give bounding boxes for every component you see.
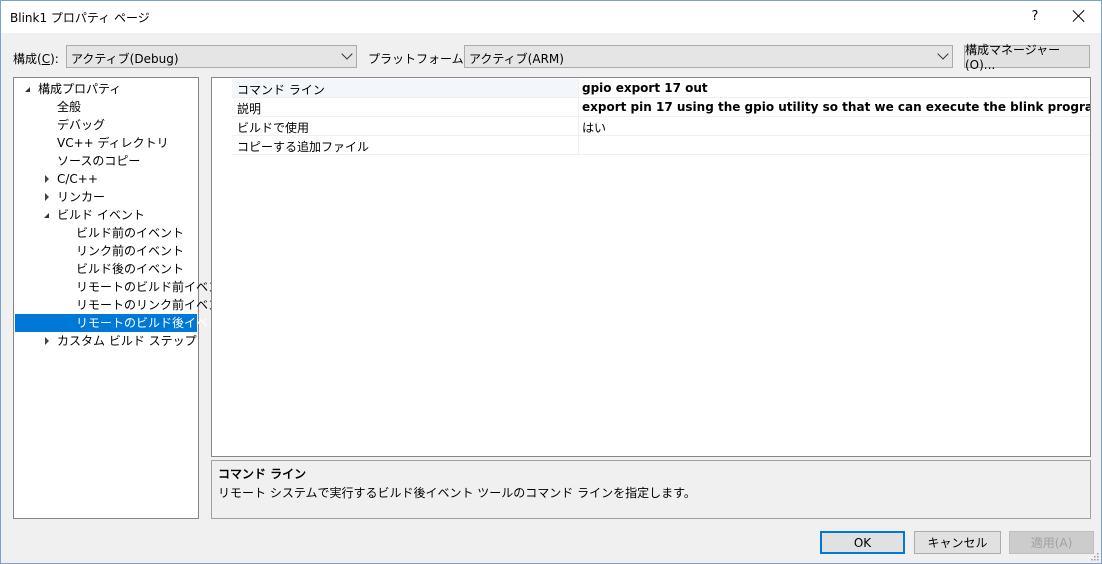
tree-item-label: ソースのコピー	[57, 154, 141, 168]
tree-item[interactable]: ビルド前のイベント	[15, 224, 197, 242]
description-text: リモート システムで実行するビルド後イベント ツールのコマンド ラインを指定しま…	[218, 486, 696, 500]
tree-item-label: リモートのビルド後イベント	[76, 316, 233, 330]
config-select-value: アクティブ(Debug)	[71, 52, 179, 66]
property-row[interactable]: コマンド ライン gpio export 17 out	[212, 79, 1090, 98]
apply-button[interactable]: 適用(A)	[1009, 531, 1094, 554]
property-name: 説明	[232, 98, 579, 117]
tree-item[interactable]: カスタム ビルド ステップ	[15, 332, 197, 350]
close-button[interactable]	[1057, 1, 1101, 31]
platform-select-value: アクティブ(ARM)	[469, 52, 564, 66]
property-row[interactable]: コピーする追加ファイル	[212, 136, 1090, 155]
tree-item-label: デバッグ	[57, 118, 106, 132]
chevron-down-icon	[341, 48, 353, 60]
property-row[interactable]: 説明 export pin 17 using the gpio utility s…	[212, 98, 1090, 117]
tree-item[interactable]: ビルド イベント	[15, 206, 197, 224]
configuration-row: 構成(C): アクティブ(Debug) プラットフォーム(P): アクティブ(A…	[1, 45, 1101, 69]
title-bar: Blink1 プロパティ ページ ?	[1, 1, 1101, 33]
row-gutter	[212, 136, 232, 155]
property-name: ビルドで使用	[232, 117, 579, 136]
window-title: Blink1 プロパティ ページ	[10, 11, 150, 25]
tree-item[interactable]: リンク前のイベント	[15, 242, 197, 260]
tree-item[interactable]: 全般	[15, 98, 197, 116]
cancel-button[interactable]: キャンセル	[914, 531, 1001, 554]
property-value[interactable]: はい	[579, 117, 1090, 136]
config-label: 構成(C):	[13, 52, 59, 66]
collapsed-triangle-icon[interactable]	[45, 175, 49, 183]
row-gutter	[212, 117, 232, 136]
tree-item-label: 全般	[57, 100, 82, 114]
collapsed-triangle-icon[interactable]	[45, 193, 49, 201]
property-name: コピーする追加ファイル	[232, 136, 579, 155]
resize-grip-icon[interactable]	[1089, 551, 1099, 561]
help-button[interactable]: ?	[1013, 1, 1057, 31]
tree-item-label: C/C++	[57, 172, 98, 186]
close-icon	[1073, 10, 1085, 22]
property-value[interactable]: export pin 17 using the gpio utility so …	[579, 98, 1090, 117]
description-title: コマンド ライン	[218, 467, 307, 481]
tree-item[interactable]: VC++ ディレクトリ	[15, 134, 197, 152]
row-gutter	[212, 98, 232, 117]
tree-item[interactable]: ソースのコピー	[15, 152, 197, 170]
property-name: コマンド ライン	[232, 79, 579, 98]
tree-item-label: リンカー	[57, 190, 106, 204]
property-value[interactable]	[579, 136, 1090, 155]
tree-item[interactable]: リモートのビルド後イベント	[15, 314, 232, 332]
tree-item-label: リモートのリンク前イベント	[76, 298, 233, 312]
property-row[interactable]: ビルドで使用 はい	[212, 117, 1090, 136]
collapsed-triangle-icon[interactable]	[45, 337, 49, 345]
chevron-down-icon	[937, 48, 949, 60]
tree-item-label: カスタム ビルド ステップ	[57, 334, 197, 348]
property-value[interactable]: gpio export 17 out	[579, 79, 1090, 98]
tree-item[interactable]: ビルド後のイベント	[15, 260, 197, 278]
tree-item[interactable]: 構成プロパティ	[15, 80, 197, 98]
tree-item-label: 構成プロパティ	[38, 82, 122, 96]
config-select[interactable]: アクティブ(Debug)	[66, 45, 357, 68]
tree-item-label: ビルド イベント	[57, 208, 145, 222]
tree-item-label: リンク前のイベント	[76, 244, 185, 258]
property-tree[interactable]: 構成プロパティ全般デバッグ VC++ ディレクトリ ソースのコピー C/C++ リンカー…	[13, 77, 232, 519]
tree-item[interactable]: C/C++	[15, 170, 197, 188]
tree-item[interactable]: リモートのリンク前イベント	[15, 296, 232, 314]
tree-item[interactable]: リンカー	[15, 188, 197, 206]
tree-item-label: VC++ ディレクトリ	[57, 136, 169, 150]
configuration-manager-button[interactable]: 構成マネージャー(O)...	[964, 43, 1090, 72]
property-grid[interactable]: コマンド ライン gpio export 17 out 説明 export pin 1…	[211, 77, 1091, 457]
ok-button[interactable]: OK	[820, 531, 905, 554]
tree-item[interactable]: デバッグ	[15, 116, 197, 134]
row-gutter	[212, 79, 232, 98]
description-panel: コマンド ライン リモート システムで実行するビルド後イベント ツールのコマンド…	[211, 460, 1091, 519]
expanded-triangle-icon[interactable]	[25, 87, 30, 92]
property-pages-dialog: Blink1 プロパティ ページ ? 構成(C): アクティブ(Debug) プ…	[0, 0, 1102, 564]
tree-item-label: ビルド前のイベント	[76, 226, 185, 240]
tree-item-label: ビルド後のイベント	[76, 262, 185, 276]
tree-item[interactable]: リモートのビルド前イベント	[15, 278, 232, 296]
tree-item-label: リモートのビルド前イベント	[76, 280, 233, 294]
platform-select[interactable]: アクティブ(ARM)	[464, 45, 953, 68]
expanded-triangle-icon[interactable]	[44, 213, 49, 218]
